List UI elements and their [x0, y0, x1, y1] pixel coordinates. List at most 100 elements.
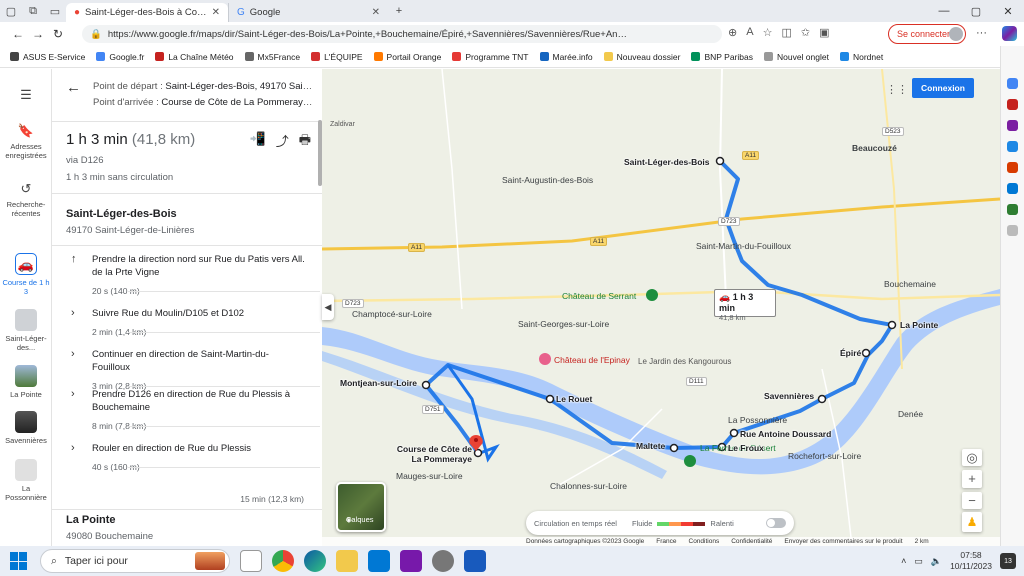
saved-places-button[interactable]: 🔖 Adresses enregistrées — [0, 121, 52, 161]
share-icon[interactable]: ⤴ — [276, 131, 289, 153]
bookmark-item[interactable]: Programme TNT — [452, 52, 529, 62]
bookmark-item[interactable]: Nordnet — [839, 52, 883, 62]
taskbar-search[interactable]: ⌕ Taper ici pour — [40, 549, 230, 573]
tab-google[interactable]: G Google ✕ — [228, 3, 388, 22]
tab-maps[interactable]: ● Saint-Léger-des-Bois à Course de ✕ — [66, 3, 228, 22]
back-icon[interactable]: ← — [8, 27, 28, 41]
maximize-icon[interactable]: ▢ — [960, 0, 992, 22]
route-line[interactable] — [424, 159, 894, 455]
collapse-panel-button[interactable]: ◀ — [322, 294, 334, 320]
my-location-icon[interactable]: ◎ — [962, 449, 982, 467]
footer-country[interactable]: France — [656, 538, 676, 545]
bookmark-item[interactable]: Mx5France — [244, 52, 300, 62]
refresh-icon[interactable]: ↻ — [48, 27, 68, 41]
bookmark-item[interactable]: BNP Paribas — [691, 52, 753, 62]
volume-icon[interactable]: 🔈 — [931, 556, 942, 567]
menu-button[interactable]: ☰ — [0, 85, 52, 106]
stop-label[interactable]: Rue Antoine Doussard — [740, 429, 831, 439]
send-to-phone-icon[interactable]: 📲 — [250, 131, 266, 153]
route-duration-box[interactable]: 🚗 1 h 3 min 41,8 km — [714, 289, 776, 322]
stop-label[interactable]: Le Rouet — [556, 394, 592, 404]
traffic-toggle[interactable] — [766, 518, 786, 528]
zoom-out-button[interactable]: − — [962, 491, 982, 509]
stop-dot[interactable] — [473, 448, 483, 458]
more-menu-icon[interactable]: ··· — [976, 27, 987, 39]
bookmark-item[interactable]: Nouvel onglet — [763, 52, 829, 62]
bookmark-item[interactable]: Nouveau dossier — [603, 52, 680, 62]
notification-badge[interactable]: 13 — [1000, 553, 1016, 569]
stop-dot[interactable] — [669, 443, 679, 453]
bookmark-item[interactable]: Portail Orange — [373, 52, 441, 62]
step-item[interactable]: ↑ Prendre la direction nord sur Rue du P… — [66, 253, 320, 296]
task-view-icon[interactable] — [240, 550, 262, 572]
stop-label[interactable]: Montjean-sur-Loire — [340, 378, 417, 388]
bookmark-item[interactable]: Marée.info — [539, 52, 593, 62]
workspaces-icon[interactable]: ⧉ — [22, 0, 44, 22]
chateau-epinay-icon[interactable] — [539, 353, 551, 365]
url-field[interactable]: 🔒 https://www.google.fr/maps/dir/Saint-L… — [82, 25, 722, 43]
settings-icon[interactable] — [432, 550, 454, 572]
zoom-icon[interactable]: ⊕ — [728, 26, 737, 39]
drop-icon[interactable] — [1007, 204, 1018, 215]
copilot-icon[interactable] — [1002, 26, 1017, 41]
collections-icon[interactable]: ▣ — [819, 26, 829, 39]
split-screen-icon[interactable]: ◫ — [781, 26, 791, 39]
network-icon[interactable]: ▭ — [914, 556, 923, 567]
stop-dot[interactable] — [817, 394, 827, 404]
outlook-icon[interactable] — [368, 550, 390, 572]
outlook-icon[interactable] — [1007, 183, 1018, 194]
minimize-icon[interactable]: — — [928, 0, 960, 22]
stop-dot[interactable] — [861, 348, 871, 358]
stop-dot[interactable] — [887, 320, 897, 330]
connexion-button[interactable]: Connexion — [912, 78, 974, 98]
step-item[interactable]: › Rouler en direction de Rue du Plessis … — [66, 442, 320, 472]
read-aloud-icon[interactable]: A — [746, 26, 753, 39]
favorites-icon[interactable]: ✩ — [801, 26, 810, 39]
chrome-icon[interactable] — [272, 550, 294, 572]
profile-icon[interactable]: ▢ — [0, 0, 22, 22]
stop-label[interactable]: Savennières — [764, 391, 814, 401]
step-item[interactable]: › Continuer en direction de Saint-Martin… — [66, 348, 320, 391]
step-item[interactable]: › Suivre Rue du Moulin/D105 et D102 2 mi… — [66, 307, 320, 337]
stop-label[interactable]: La Pointe — [900, 320, 938, 330]
la-possonniere-button[interactable]: La Possonnière — [0, 459, 52, 502]
close-tab-icon[interactable]: ✕ — [212, 7, 220, 18]
footer-privacy[interactable]: Confidentialité — [731, 538, 772, 545]
zoom-in-button[interactable]: + — [962, 470, 982, 488]
step-item[interactable]: › Prendre D126 en direction de Rue du Pl… — [66, 388, 320, 431]
bookmark-item[interactable]: La Chaîne Météo — [155, 52, 234, 62]
word-icon[interactable] — [464, 550, 486, 572]
bookmark-item[interactable]: ASUS E-Service — [10, 52, 85, 62]
footer-feedback[interactable]: Envoyer des commentaires sur le produit — [784, 538, 902, 545]
forward-icon[interactable]: → — [28, 27, 48, 41]
layers-button[interactable]: ◈ Calques — [336, 482, 386, 532]
stop-label[interactable]: Course de Côte de La Pommeraye — [392, 444, 472, 464]
stop-label[interactable]: Maltete — [636, 441, 665, 451]
print-icon[interactable]: 🖶 — [299, 131, 311, 153]
savennieres-button[interactable]: Savennières — [0, 411, 52, 445]
file-explorer-icon[interactable] — [336, 550, 358, 572]
recent-button[interactable]: ↺ Recherche-récentes — [0, 179, 52, 219]
search-icon[interactable] — [1007, 78, 1018, 89]
map-canvas[interactable]: Saint-Augustin-des-Bois Saint-Martin-du-… — [322, 69, 1000, 546]
tray-chevron-icon[interactable]: ˄ — [901, 556, 906, 566]
office-icon[interactable] — [1007, 162, 1018, 173]
vertical-tabs-icon[interactable]: ▭ — [44, 0, 66, 22]
stop-label[interactable]: Le Froux — [728, 443, 764, 453]
shopping-icon[interactable] — [1007, 99, 1018, 110]
bookmark-item[interactable]: Google.fr — [96, 52, 144, 62]
bookmark-item[interactable]: L'ÉQUIPE — [311, 52, 363, 62]
stop-dot[interactable] — [715, 156, 725, 166]
tools-icon[interactable] — [1007, 120, 1018, 131]
start-point[interactable]: Point de départ : Saint-Léger-des-Bois, … — [93, 81, 315, 92]
la-pointe-button[interactable]: La Pointe — [0, 365, 52, 399]
start-button[interactable] — [10, 552, 28, 570]
stop-dot[interactable] — [421, 380, 431, 390]
stop-dot[interactable] — [545, 394, 555, 404]
signin-button[interactable]: Se connecter — [888, 24, 966, 44]
pegman-icon[interactable]: ♟ — [962, 512, 982, 532]
stop-label[interactable]: Épiré — [840, 348, 861, 358]
footer-terms[interactable]: Conditions — [689, 538, 720, 545]
back-arrow-icon[interactable]: ← — [66, 79, 81, 96]
clock[interactable]: 07:58 10/11/2023 — [950, 550, 992, 572]
